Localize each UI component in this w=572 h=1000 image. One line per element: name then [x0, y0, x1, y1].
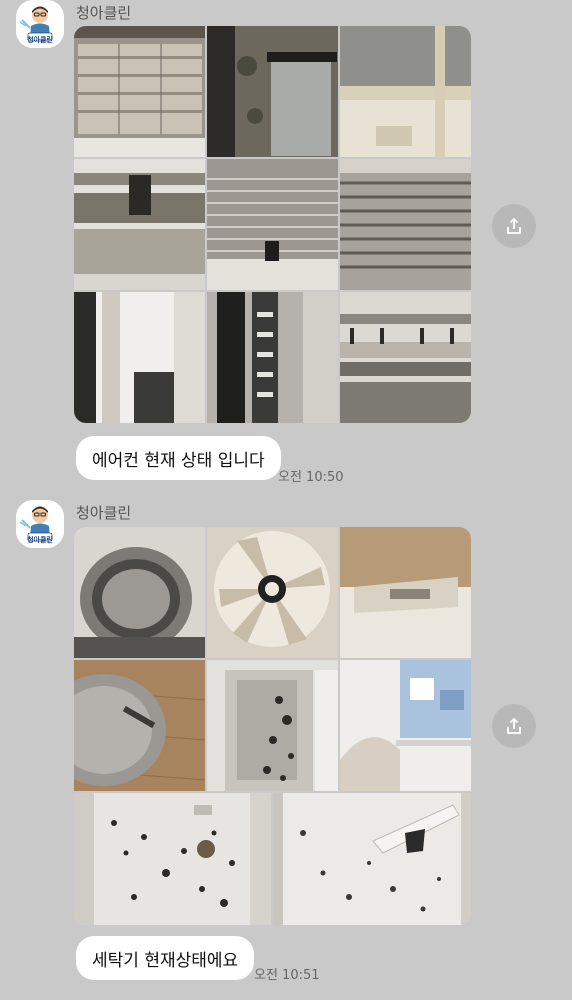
photo-tile[interactable] [207, 26, 338, 157]
photo-tile[interactable] [207, 660, 338, 791]
share-button[interactable] [492, 704, 536, 748]
message-time: 오전 10:51 [254, 968, 320, 983]
photo-tile[interactable] [74, 527, 205, 658]
photo-tile[interactable] [207, 292, 338, 423]
message-bubble[interactable]: 에어컨 현재 상태 입니다 [76, 436, 281, 480]
photo-tile[interactable] [340, 26, 471, 157]
photo-tile[interactable] [340, 292, 471, 423]
message-bubble[interactable]: 세탁기 현재상태에요 [76, 936, 255, 980]
share-icon [507, 217, 521, 234]
photo-tile[interactable] [340, 527, 471, 658]
photo-tile[interactable] [74, 26, 205, 157]
photo-tile[interactable] [340, 660, 471, 791]
avatar-label: 청아클린 [27, 536, 53, 544]
photo-tile[interactable] [340, 159, 471, 290]
photo-tile[interactable] [74, 292, 205, 423]
sender-name: 청아클린 [76, 4, 132, 22]
photo-tile[interactable] [273, 793, 471, 925]
photo-grid [74, 527, 471, 925]
photo-grid [74, 26, 471, 423]
photo-tile[interactable] [74, 660, 205, 791]
photo-tile[interactable] [74, 159, 205, 290]
sender-name: 청아클린 [76, 504, 132, 522]
photo-tile[interactable] [207, 527, 338, 658]
message-time: 오전 10:50 [278, 470, 344, 485]
sender-avatar[interactable]: 청아클린 [16, 0, 64, 48]
avatar-label: 청아클린 [27, 36, 53, 44]
photo-tile[interactable] [74, 793, 271, 925]
sender-avatar[interactable]: 청아클린 [16, 500, 64, 548]
chat-room: 청아클린 청아클린 에어컨 현재 상태 입니다 오전 10:50 청아클린 청아… [0, 0, 572, 1000]
photo-tile[interactable] [207, 159, 338, 290]
share-button[interactable] [492, 204, 536, 248]
share-icon [507, 717, 521, 734]
